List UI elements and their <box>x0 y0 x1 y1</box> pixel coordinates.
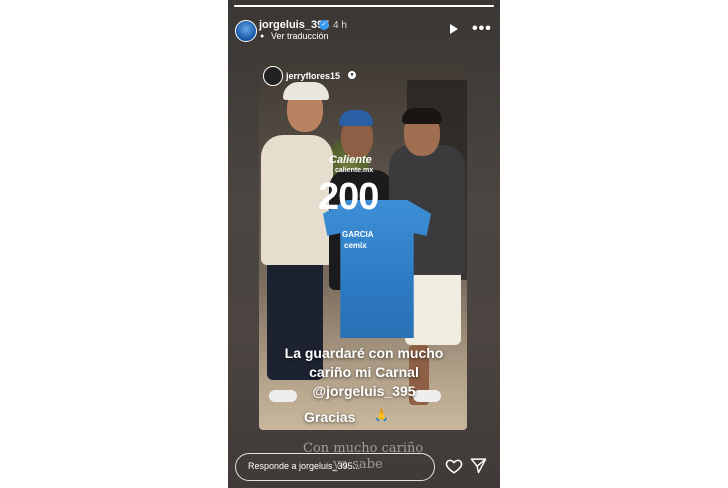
caption-gracias: Gracias <box>304 409 356 425</box>
jersey-number: 200 <box>318 176 379 218</box>
repost-avatar[interactable] <box>263 66 283 86</box>
story-time: 4 h <box>333 20 347 31</box>
story-progress-fill <box>234 5 494 7</box>
pray-emoji-icon: 🙏 <box>374 408 389 422</box>
heart-icon[interactable] <box>445 457 463 475</box>
person-right-hair <box>402 108 442 124</box>
jersey-sponsor: Caliente <box>329 154 372 166</box>
verified-badge-icon: ✓ <box>319 20 329 30</box>
jersey-bottom-sponsor: cemix <box>344 241 367 250</box>
story-viewer[interactable]: jorgeluis_395 ✓ 4 h ● Ver traducción •••… <box>228 0 500 488</box>
reply-placeholder: Responde a jorgeluis_395... <box>248 461 361 471</box>
play-icon[interactable] <box>450 24 458 34</box>
avatar[interactable] <box>235 20 257 42</box>
story-progress-bar <box>234 5 494 7</box>
caption-line-2: cariño mi Carnal <box>309 364 419 380</box>
jersey-sponsor-url: caliente.mx <box>335 167 374 174</box>
repost-verified-icon: ● <box>348 71 356 79</box>
story-caption: La guardaré con mucho cariño mi Carnal @… <box>264 344 464 401</box>
caption-line-1: La guardaré con mucho <box>284 345 444 361</box>
translate-dot-icon: ● <box>260 33 265 40</box>
repost-username[interactable]: jerryflores15 <box>286 71 340 81</box>
more-options-icon[interactable]: ••• <box>472 20 492 38</box>
see-translation-link[interactable]: Ver traducción <box>271 31 329 41</box>
send-icon[interactable] <box>470 457 487 474</box>
caption-mention[interactable]: @jorgeluis_395 <box>264 382 464 401</box>
person-middle-cap <box>339 110 373 126</box>
jersey-name: GARCIA <box>342 230 374 239</box>
person-left-cap <box>283 82 329 100</box>
